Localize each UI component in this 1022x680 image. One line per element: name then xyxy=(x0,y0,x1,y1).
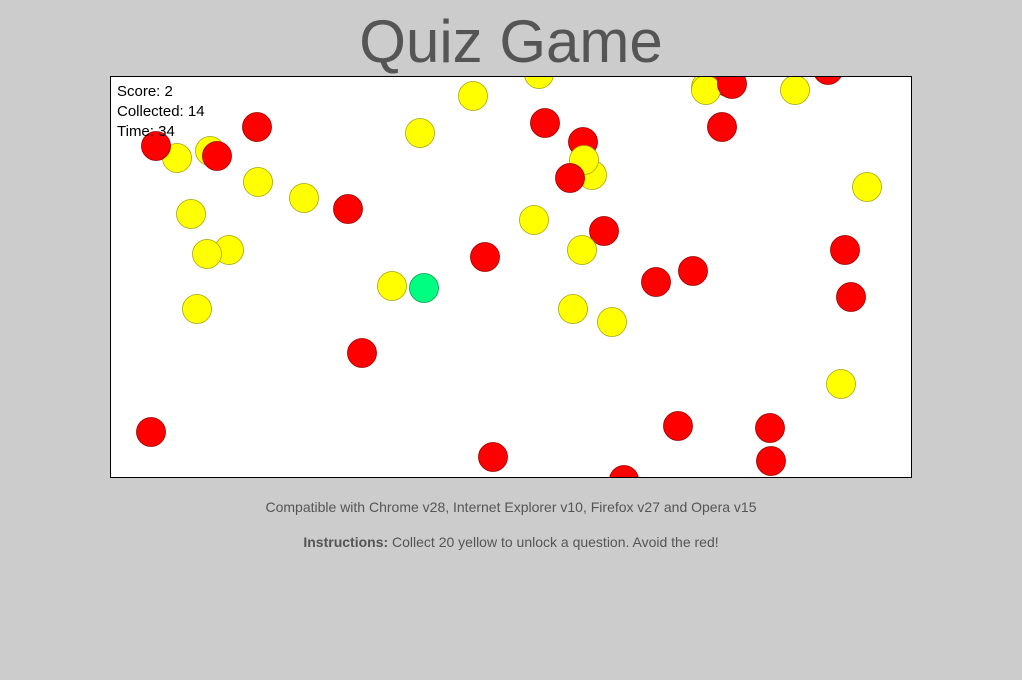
score-text: Score: 2 xyxy=(117,83,173,100)
instructions: Instructions: Collect 20 yellow to unloc… xyxy=(0,534,1022,550)
red-ball xyxy=(830,235,860,265)
red-ball xyxy=(836,282,866,312)
yellow-ball xyxy=(691,77,721,105)
yellow-ball xyxy=(780,77,810,105)
yellow-ball xyxy=(826,369,856,399)
red-ball xyxy=(347,338,377,368)
red-ball xyxy=(755,413,785,443)
game-canvas[interactable]: Score: 2 Collected: 14 Time: 34 xyxy=(110,76,912,478)
player-ball xyxy=(409,273,439,303)
yellow-ball xyxy=(192,239,222,269)
red-ball xyxy=(678,256,708,286)
yellow-ball xyxy=(289,183,319,213)
instructions-label: Instructions: xyxy=(303,534,389,550)
collected-text: Collected: 14 xyxy=(117,103,205,120)
red-ball xyxy=(555,163,585,193)
yellow-ball xyxy=(176,199,206,229)
yellow-ball xyxy=(852,172,882,202)
yellow-ball xyxy=(377,271,407,301)
red-ball xyxy=(333,194,363,224)
red-ball xyxy=(641,267,671,297)
yellow-ball xyxy=(558,294,588,324)
yellow-ball xyxy=(458,81,488,111)
red-ball xyxy=(609,465,639,477)
yellow-ball xyxy=(182,294,212,324)
yellow-ball xyxy=(519,205,549,235)
yellow-ball xyxy=(567,235,597,265)
yellow-ball xyxy=(524,77,554,89)
page-title: Quiz Game xyxy=(359,8,663,75)
yellow-ball xyxy=(597,307,627,337)
hud: Score: 2 Collected: 14 Time: 34 xyxy=(117,82,205,142)
red-ball xyxy=(530,108,560,138)
red-ball xyxy=(756,446,786,476)
page: Quiz Game Score: 2 Collected: 14 Time: 3… xyxy=(0,0,1022,680)
yellow-ball xyxy=(405,118,435,148)
red-ball xyxy=(242,112,272,142)
red-ball xyxy=(707,112,737,142)
red-ball xyxy=(478,442,508,472)
red-ball xyxy=(202,141,232,171)
compatibility-note: Compatible with Chrome v28, Internet Exp… xyxy=(265,499,757,515)
red-ball xyxy=(814,77,842,85)
game-field xyxy=(136,77,882,477)
instructions-text: Collect 20 yellow to unlock a question. … xyxy=(388,534,719,550)
yellow-ball xyxy=(243,167,273,197)
red-ball xyxy=(470,242,500,272)
time-text: Time: 34 xyxy=(117,123,175,140)
red-ball xyxy=(663,411,693,441)
red-ball xyxy=(136,417,166,447)
